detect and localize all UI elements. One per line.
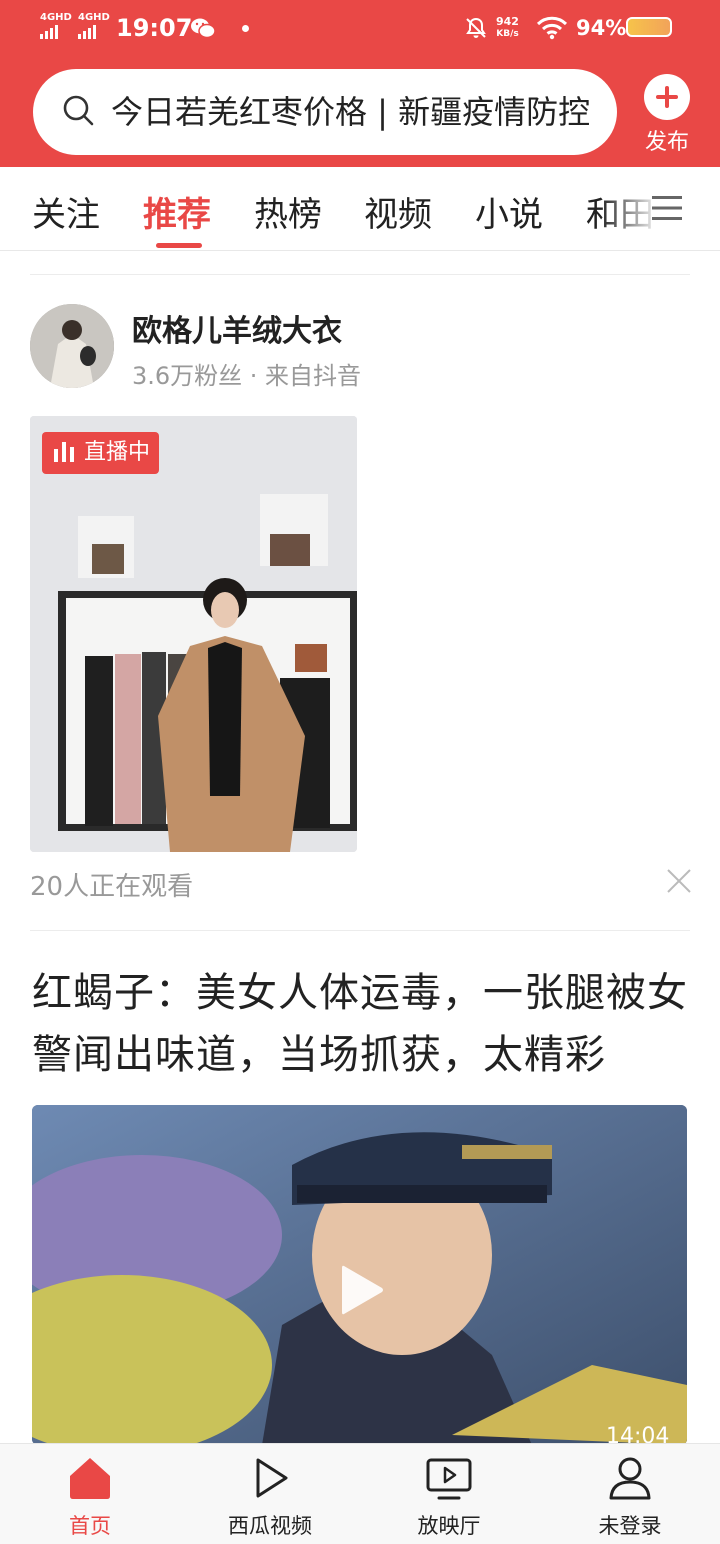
signal-indicator-2: 4GHD bbox=[78, 13, 110, 39]
author-name[interactable]: 欧格儿羊绒大衣 bbox=[132, 306, 342, 350]
divider bbox=[30, 930, 690, 931]
battery-icon bbox=[626, 17, 672, 37]
nav-theater-label: 放映厅 bbox=[417, 1514, 481, 1538]
plus-icon bbox=[644, 74, 690, 120]
nav-xigua-label: 西瓜视频 bbox=[228, 1514, 312, 1538]
status-time: 19:07 bbox=[116, 14, 193, 42]
tab-follow[interactable]: 关注 bbox=[32, 187, 100, 236]
nav-home[interactable]: 首页 bbox=[30, 1454, 150, 1540]
author-avatar[interactable] bbox=[30, 304, 114, 388]
network-speed: 942 KB/s bbox=[496, 15, 519, 40]
nav-theater[interactable]: 放映厅 bbox=[389, 1454, 509, 1540]
active-tab-indicator bbox=[156, 243, 202, 248]
article-title[interactable]: 红蝎子：美女人体运毒，一张腿被女警闻出味道，当场抓获，太精彩 bbox=[32, 962, 692, 1086]
play-icon[interactable] bbox=[338, 1262, 386, 1318]
home-icon bbox=[70, 1458, 110, 1499]
notification-dot bbox=[242, 25, 249, 32]
play-triangle-icon bbox=[256, 1458, 288, 1498]
mute-bell-icon bbox=[466, 17, 486, 38]
author-meta: 3.6万粉丝 · 来自抖音 bbox=[132, 362, 362, 390]
tab-video[interactable]: 视频 bbox=[364, 187, 432, 236]
bottom-navigation: 首页 西瓜视频 放映厅 未登录 bbox=[0, 1443, 720, 1544]
publish-label: 发布 bbox=[644, 130, 689, 155]
wechat-icon bbox=[191, 18, 216, 39]
divider bbox=[30, 274, 690, 275]
live-badge-label: 直播中 bbox=[84, 440, 151, 465]
close-icon[interactable] bbox=[666, 868, 692, 894]
tv-play-icon bbox=[426, 1458, 472, 1500]
live-stream-thumbnail[interactable] bbox=[30, 416, 357, 852]
search-icon bbox=[63, 95, 94, 126]
live-bars-icon bbox=[54, 442, 74, 462]
viewer-count: 20人正在观看 bbox=[30, 872, 194, 902]
nav-profile[interactable]: 未登录 bbox=[570, 1454, 690, 1540]
search-bar[interactable]: 今日若羌红枣价格 | 新疆疫情防控 bbox=[33, 69, 617, 155]
tab-recommend[interactable]: 推荐 bbox=[143, 187, 211, 236]
battery-percent: 94% bbox=[576, 16, 627, 40]
tab-hot[interactable]: 热榜 bbox=[254, 187, 322, 236]
nav-profile-label: 未登录 bbox=[598, 1514, 662, 1538]
search-placeholder[interactable]: 今日若羌红枣价格 | 新疆疫情防控 bbox=[111, 87, 601, 137]
menu-icon[interactable] bbox=[652, 194, 682, 222]
user-icon bbox=[609, 1457, 651, 1500]
tab-novel[interactable]: 小说 bbox=[475, 187, 543, 236]
nav-home-label: 首页 bbox=[69, 1514, 111, 1538]
signal-indicator-1: 4GHD bbox=[40, 13, 72, 39]
publish-button[interactable]: 发布 bbox=[638, 72, 696, 158]
wifi-icon bbox=[536, 16, 568, 40]
live-badge: 直播中 bbox=[42, 432, 159, 474]
nav-xigua-video[interactable]: 西瓜视频 bbox=[210, 1454, 330, 1540]
